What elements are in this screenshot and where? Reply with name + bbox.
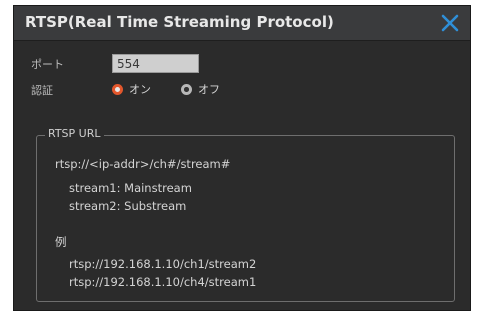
example-url: rtsp://192.168.1.10/ch4/stream1: [69, 275, 257, 289]
auth-on-radio[interactable]: オン: [112, 81, 151, 97]
auth-on-label: オン: [129, 83, 151, 96]
dialog-title: RTSP(Real Time Streaming Protocol): [25, 13, 334, 31]
auth-off-label: オフ: [198, 83, 220, 96]
auth-label: 認証: [31, 84, 53, 97]
port-input[interactable]: [112, 54, 199, 73]
rtsp-dialog: RTSP(Real Time Streaming Protocol) ポート 認…: [13, 5, 471, 311]
dialog-titlebar: RTSP(Real Time Streaming Protocol): [14, 6, 470, 41]
stream-item: stream2: Substream: [69, 199, 187, 213]
radio-selected-icon: [112, 83, 123, 95]
rtsp-url-legend: RTSP URL: [45, 127, 104, 140]
radio-unselected-icon: [181, 83, 192, 95]
auth-off-radio[interactable]: オフ: [181, 81, 220, 97]
example-label: 例: [55, 235, 67, 249]
port-label: ポート: [31, 58, 64, 71]
close-icon[interactable]: [439, 12, 461, 34]
url-format: rtsp://<ip-addr>/ch#/stream#: [55, 157, 231, 171]
example-url: rtsp://192.168.1.10/ch1/stream2: [69, 257, 257, 271]
stream-item: stream1: Mainstream: [69, 181, 192, 195]
